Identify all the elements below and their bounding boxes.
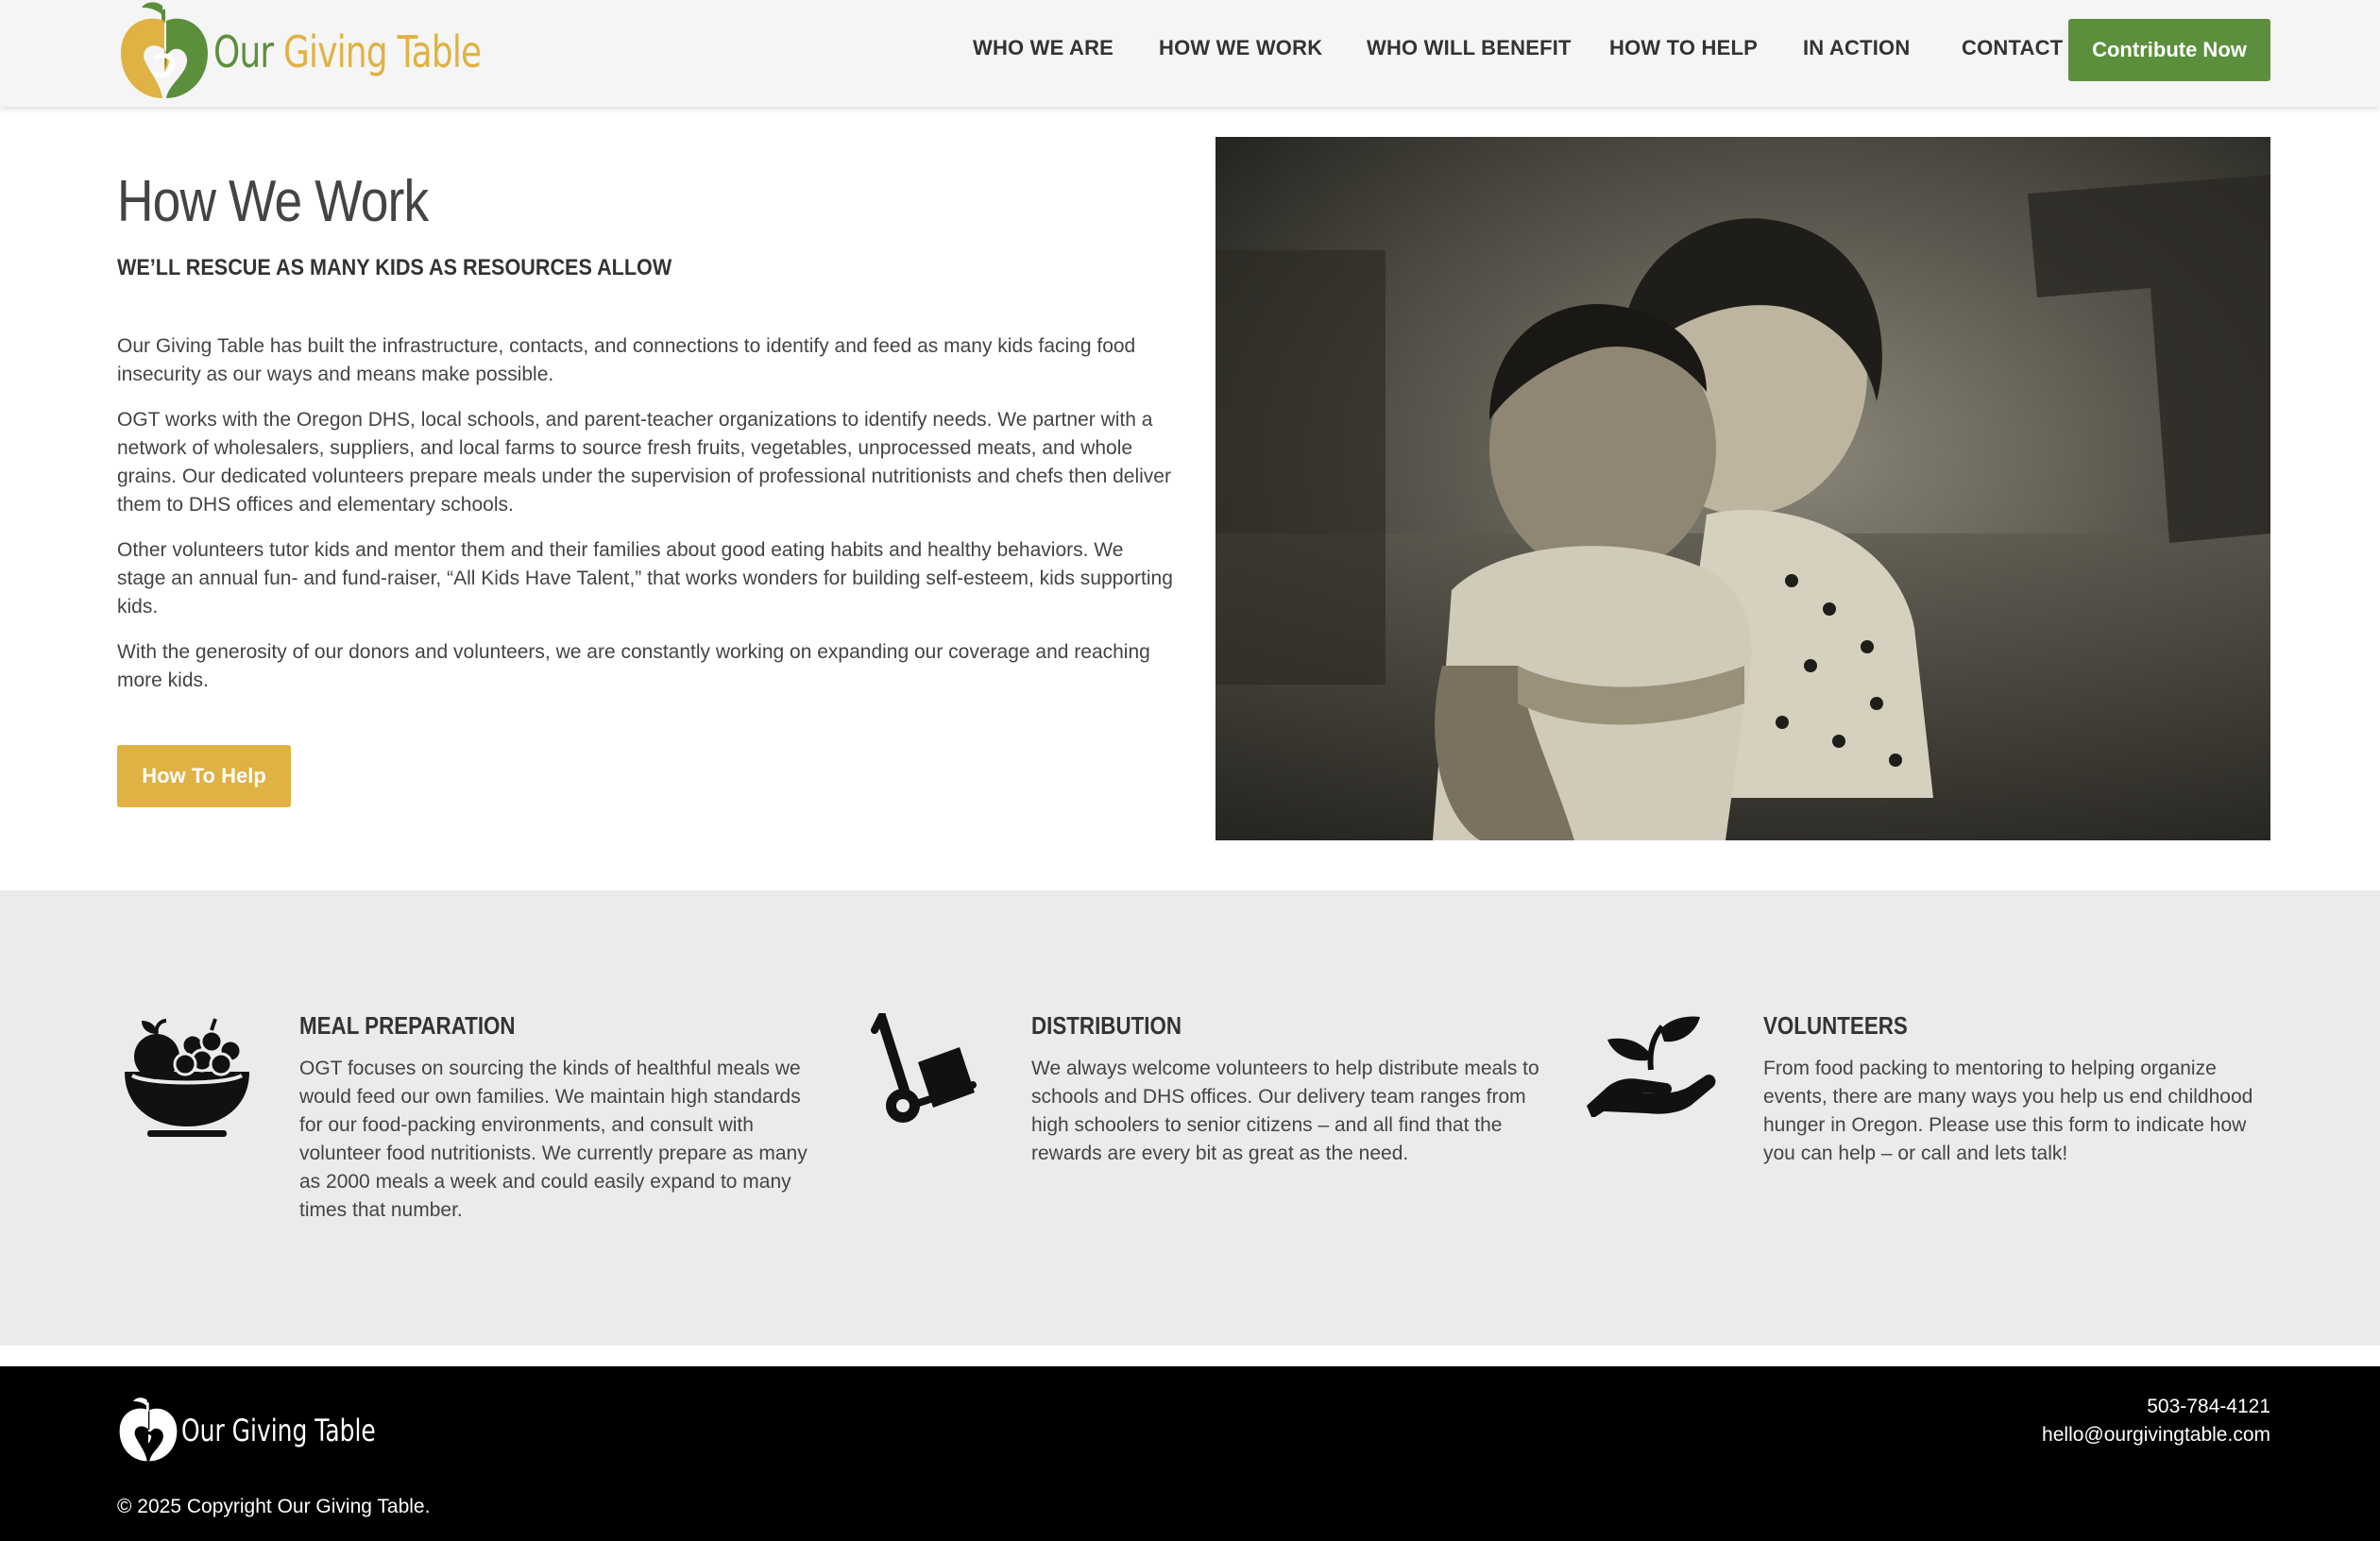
nav-how-we-work[interactable]: HOW WE WORK (1159, 36, 1322, 60)
nav-in-action[interactable]: IN ACTION (1803, 36, 1910, 60)
logo-word-giving-table: Giving Table (283, 26, 482, 77)
site-header: Our Giving Table WHO WE ARE HOW WE WORK … (0, 0, 2380, 107)
intro-paragraph: With the generosity of our donors and vo… (117, 641, 1150, 691)
page-title: How We Work (117, 169, 429, 234)
intro-paragraph: Our Giving Table has built the infrastru… (117, 335, 1136, 385)
logo-wordmark: Our Giving Table (213, 26, 482, 77)
intro-paragraph: OGT works with the Oregon DHS, local sch… (117, 409, 1171, 516)
feature-title-meal-preparation: MEAL PREPARATION (299, 1011, 516, 1040)
contribute-now-button[interactable]: Contribute Now (2068, 19, 2270, 81)
footer-logo-wordmark: Our Giving Table (181, 1413, 376, 1448)
footer-copyright: © 2025 Copyright Our Giving Table. (117, 1496, 431, 1517)
footer-contact: 503-784-4121 hello@ourgivingtable.com (2042, 1393, 2270, 1449)
apple-hands-logo-icon (121, 2, 208, 99)
site-logo[interactable]: Our Giving Table (117, 0, 556, 104)
feature-title-distribution: DISTRIBUTION (1031, 1011, 1182, 1040)
footer-email-link[interactable]: hello@ourgivingtable.com (2042, 1421, 2270, 1449)
site-footer: Our Giving Table 503-784-4121 hello@ourg… (0, 1366, 2380, 1541)
intro-paragraph: Other volunteers tutor kids and mentor t… (117, 539, 1173, 618)
logo-word-our: Our (213, 26, 274, 77)
intro-text: Our Giving Table has built the infrastru… (117, 332, 1175, 712)
fruit-bowl-icon (119, 1013, 255, 1145)
apple-hands-logo-icon (119, 1397, 178, 1462)
nav-contact[interactable]: CONTACT (1962, 36, 2063, 60)
hero-photo (1216, 137, 2270, 840)
nav-who-we-are[interactable]: WHO WE ARE (973, 36, 1114, 60)
how-to-help-button[interactable]: How To Help (117, 745, 291, 807)
features-section: MEAL PREPARATION OGT focuses on sourcing… (0, 890, 2380, 1346)
footer-logo[interactable]: Our Giving Table (117, 1395, 431, 1466)
two-children-photo-icon (1216, 137, 2270, 840)
feature-text-volunteers: From food packing to mentoring to helpin… (1763, 1058, 2253, 1164)
feature-text-distribution: We always welcome volunteers to help dis… (1031, 1058, 1539, 1164)
feature-text-meal-preparation: OGT focuses on sourcing the kinds of hea… (299, 1058, 808, 1221)
hand-truck-icon (869, 1013, 982, 1131)
nav-who-will-benefit[interactable]: WHO WILL BENEFIT (1367, 36, 1572, 60)
footer-phone-link[interactable]: 503-784-4121 (2042, 1393, 2270, 1421)
hand-sprout-icon (1585, 1013, 1717, 1117)
page-subtitle: WE’LL RESCUE AS MANY KIDS AS RESOURCES A… (117, 255, 672, 280)
nav-how-to-help[interactable]: HOW TO HELP (1609, 36, 1758, 60)
feature-title-volunteers: VOLUNTEERS (1763, 1011, 1908, 1040)
